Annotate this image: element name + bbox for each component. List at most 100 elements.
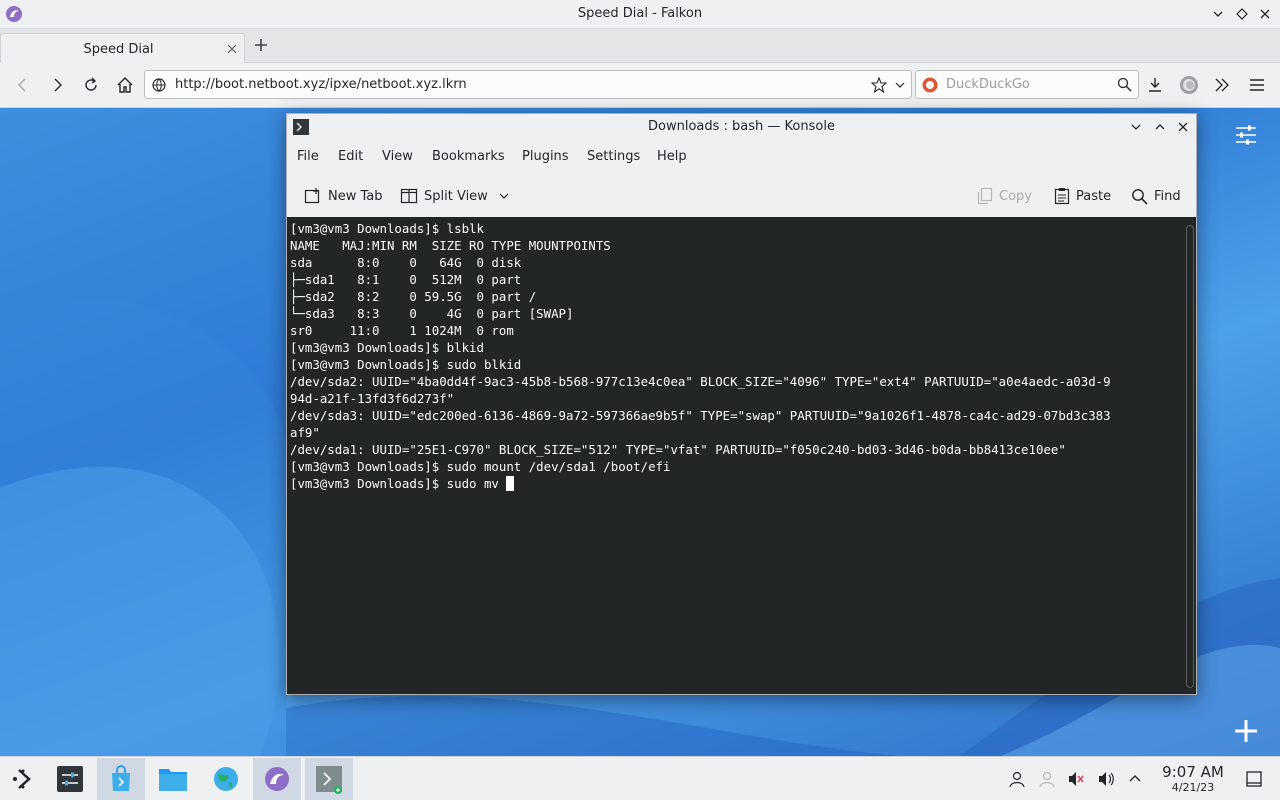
globe-icon	[152, 78, 166, 92]
menu-file[interactable]: File	[297, 149, 319, 164]
adblock-button[interactable]	[1177, 73, 1201, 97]
konsole-toolbar: New Tab Split View Copy Paste Find	[287, 178, 1196, 214]
close-button[interactable]	[1257, 6, 1273, 22]
taskbar-discover[interactable]	[97, 758, 145, 800]
maximize-button[interactable]	[1234, 6, 1250, 22]
paste-icon	[1054, 188, 1070, 205]
terminal-prompt: [vm3@vm3 Downloads]$ sudo mv	[290, 476, 507, 491]
konsole-close-button[interactable]	[1175, 119, 1191, 135]
copy-button[interactable]: Copy	[977, 184, 1032, 208]
terminal-view[interactable]: [vm3@vm3 Downloads]$ lsblk NAME MAJ:MIN R…	[287, 217, 1196, 694]
terminal-line: ├─sda1 8:1 0 512M 0 part	[290, 272, 522, 287]
window-title: Speed Dial - Falkon	[577, 6, 703, 21]
search-bar[interactable]: DuckDuckGo	[915, 70, 1139, 99]
minimize-button[interactable]	[1210, 6, 1226, 22]
new-tab-label: New Tab	[328, 188, 383, 204]
tab-bar: Speed Dial	[0, 29, 1280, 63]
new-tab-icon[interactable]	[252, 36, 270, 54]
terminal-line: /dev/sda2: UUID="4ba0dd4f-9ac3-45b8-b568…	[290, 374, 1111, 389]
url-text: http://boot.netboot.xyz/ipxe/netboot.xyz…	[175, 77, 467, 92]
konsole-window: Downloads : bash — Konsole File Edit Vie…	[286, 113, 1197, 695]
launcher-icon	[13, 769, 31, 789]
terminal-scrollbar[interactable]	[1186, 225, 1194, 688]
menu-settings[interactable]: Settings	[587, 149, 640, 164]
konsole-menubar: File Edit View Bookmarks Plugins Setting…	[287, 144, 1196, 170]
bookmark-star-icon[interactable]	[871, 77, 887, 93]
konsole-minimize-button[interactable]	[1128, 119, 1144, 135]
find-label: Find	[1154, 188, 1181, 204]
clock-date: 4/21/23	[1171, 781, 1215, 794]
terminal-prompt-line: [vm3@vm3 Downloads]$ sudo mv	[290, 475, 1111, 492]
tray-expand-icon[interactable]	[1126, 770, 1144, 788]
copy-icon	[977, 187, 993, 205]
terminal-line: sr0 11:0 1 1024M 0 rom	[290, 323, 514, 338]
split-view-button[interactable]: Split View	[400, 184, 510, 208]
taskbar: 9:07 AM 4/21/23	[0, 756, 1280, 800]
main-menu-button[interactable]	[1245, 73, 1269, 97]
volume-icon[interactable]	[1097, 770, 1115, 788]
terminal-cursor	[506, 476, 515, 491]
terminal-output: [vm3@vm3 Downloads]$ lsblk NAME MAJ:MIN R…	[290, 220, 1111, 492]
back-button[interactable]	[11, 73, 35, 97]
file-manager-icon	[159, 769, 187, 791]
paste-button[interactable]: Paste	[1054, 184, 1111, 208]
find-button[interactable]: Find	[1131, 184, 1181, 208]
url-bar[interactable]: http://boot.netboot.xyz/ipxe/netboot.xyz…	[144, 70, 912, 99]
search-icon[interactable]	[1117, 77, 1132, 92]
terminal-line: af9"	[290, 425, 320, 440]
discover-icon	[112, 765, 130, 791]
taskbar-system-settings[interactable]	[46, 758, 94, 800]
clock[interactable]: 9:07 AM 4/21/23	[1148, 763, 1238, 795]
taskbar-network-browser[interactable]	[202, 758, 250, 800]
terminal-line: 94d-a21f-13fd3f6d273f"	[290, 391, 455, 406]
chevron-down-icon	[499, 193, 509, 199]
taskbar-dolphin[interactable]	[149, 758, 197, 800]
copy-label: Copy	[999, 188, 1032, 204]
extensions-chevron-button[interactable]	[1210, 73, 1234, 97]
terminal-line: [vm3@vm3 Downloads]$ lsblk	[290, 221, 484, 236]
taskbar-konsole[interactable]	[305, 758, 353, 800]
search-engine-label: DuckDuckGo	[946, 77, 1030, 92]
menu-edit[interactable]: Edit	[338, 149, 363, 164]
network-disconnected-icon[interactable]	[1038, 770, 1056, 788]
speed-dial-add-icon[interactable]	[1233, 718, 1259, 744]
terminal-line: /dev/sda1: UUID="25E1-C970" BLOCK_SIZE="…	[290, 442, 1066, 457]
terminal-line: [vm3@vm3 Downloads]$ sudo blkid	[290, 357, 522, 372]
new-tab-button[interactable]: New Tab	[304, 184, 383, 208]
konsole-window-title: Downloads : bash — Konsole	[648, 119, 835, 134]
taskbar-falkon[interactable]	[253, 758, 301, 800]
tab-close-icon[interactable]	[225, 42, 239, 56]
terminal-line: ├─sda2 8:2 0 59.5G 0 part /	[290, 289, 537, 304]
konsole-maximize-button[interactable]	[1152, 119, 1168, 135]
tab-speed-dial[interactable]: Speed Dial	[0, 33, 245, 63]
terminal-line: NAME MAJ:MIN RM SIZE RO TYPE MOUNTPOINTS	[290, 238, 611, 253]
terminal-line: [vm3@vm3 Downloads]$ sudo mount /dev/sda…	[290, 459, 671, 474]
new-tab-icon	[304, 188, 320, 204]
menu-view[interactable]: View	[382, 149, 413, 164]
find-icon	[1132, 188, 1148, 205]
globe-app-icon	[214, 767, 238, 791]
system-settings-icon	[57, 766, 83, 792]
downloads-button[interactable]	[1143, 73, 1167, 97]
user-switch-icon[interactable]	[1008, 770, 1026, 788]
application-launcher[interactable]	[0, 758, 48, 800]
menu-help[interactable]: Help	[657, 149, 687, 164]
forward-button[interactable]	[45, 73, 69, 97]
duckduckgo-icon	[922, 77, 938, 93]
tab-label: Speed Dial	[83, 42, 154, 57]
split-view-label: Split View	[424, 188, 488, 204]
clock-time: 9:07 AM	[1162, 763, 1224, 781]
speed-dial-settings-icon[interactable]	[1234, 124, 1258, 146]
reload-button[interactable]	[79, 73, 103, 97]
home-button[interactable]	[113, 73, 137, 97]
konsole-icon	[316, 766, 342, 794]
terminal-line: [vm3@vm3 Downloads]$ blkid	[290, 340, 484, 355]
konsole-titlebar: Downloads : bash — Konsole	[287, 114, 1196, 141]
menu-bookmarks[interactable]: Bookmarks	[432, 149, 505, 164]
show-desktop-icon[interactable]	[1245, 770, 1263, 788]
terminal-line: sda 8:0 0 64G 0 disk	[290, 255, 522, 270]
split-view-icon	[400, 188, 418, 204]
url-dropdown-icon[interactable]	[894, 80, 906, 90]
menu-plugins[interactable]: Plugins	[522, 149, 569, 164]
audio-muted-icon[interactable]	[1067, 770, 1085, 788]
